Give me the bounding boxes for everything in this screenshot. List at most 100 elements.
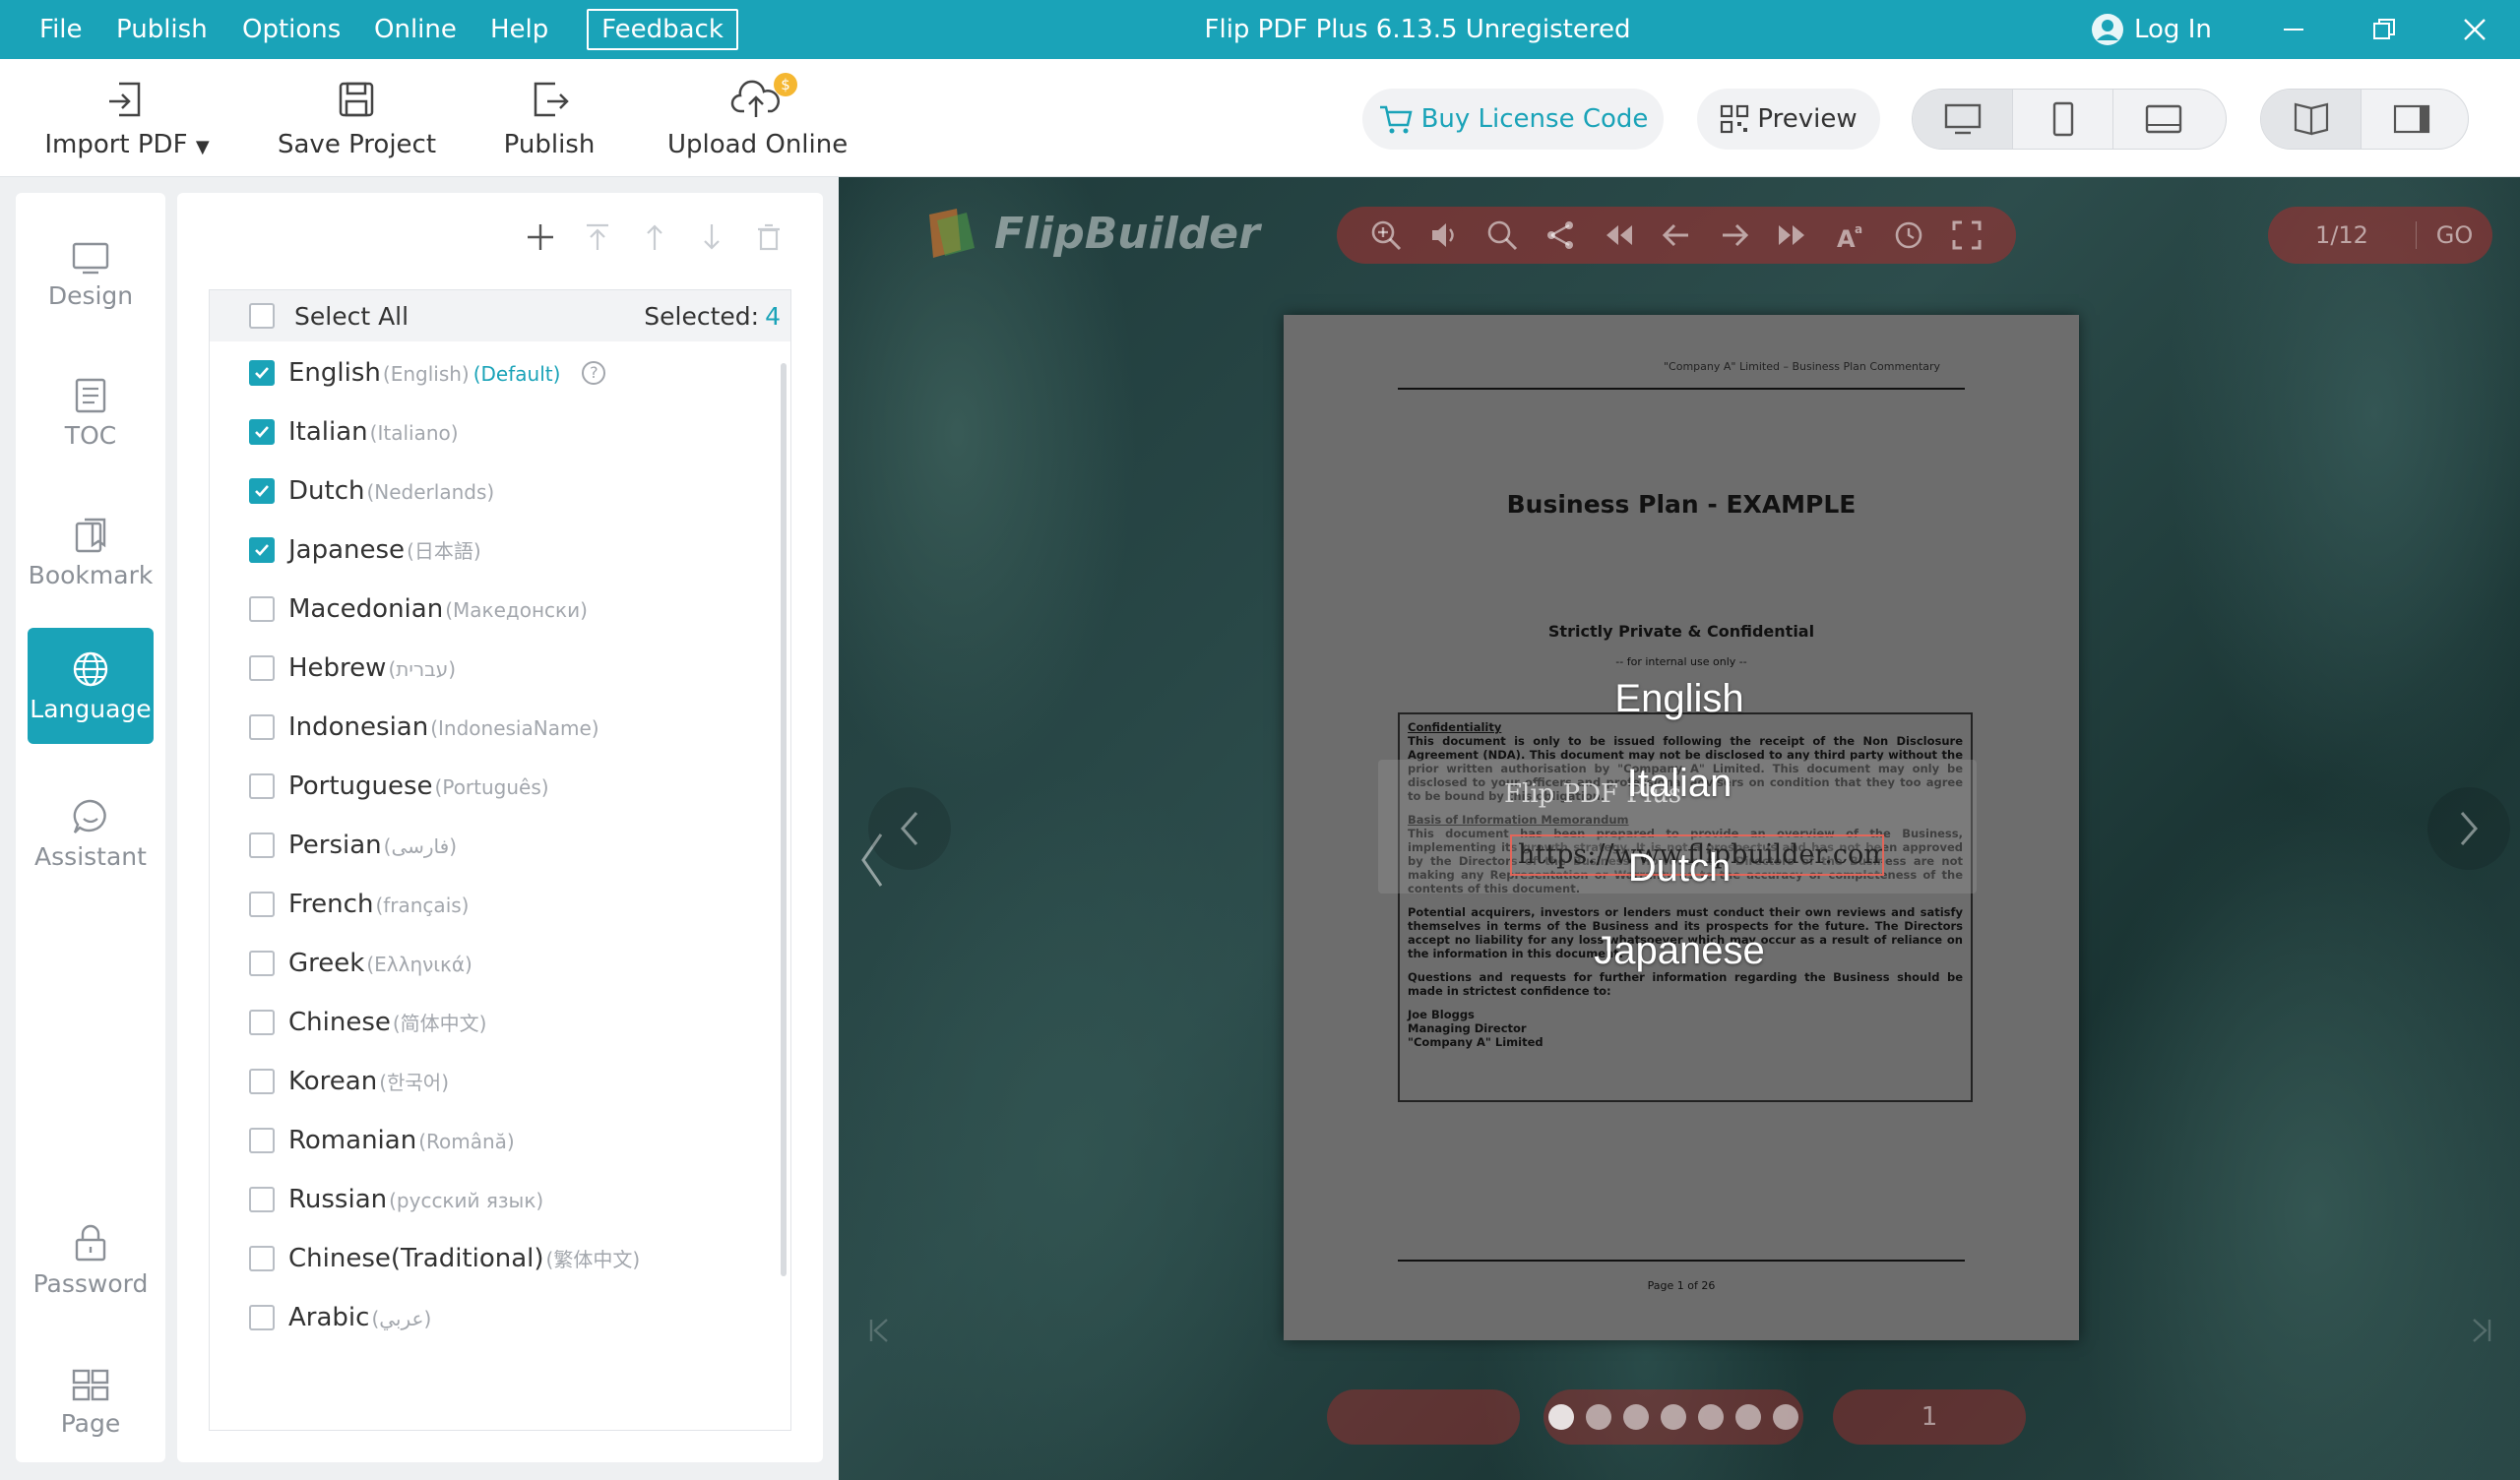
upload-online-button[interactable]: $ Upload Online: [667, 73, 848, 175]
language-row-french[interactable]: French (français): [249, 885, 469, 924]
language-checkbox[interactable]: [249, 1010, 275, 1035]
language-list-scrollbar[interactable]: [781, 363, 787, 1276]
language-checkbox[interactable]: [249, 1246, 275, 1271]
language-row-russian[interactable]: Russian (русский язык): [249, 1180, 543, 1219]
language-checkbox[interactable]: [249, 478, 275, 504]
fullscreen-button[interactable]: [1949, 217, 1984, 253]
desktop-view-button[interactable]: [1913, 90, 2013, 149]
zoom-in-button[interactable]: [1368, 217, 1404, 253]
page-dot[interactable]: [1623, 1404, 1649, 1430]
page-dot[interactable]: [1735, 1404, 1761, 1430]
language-row-japanese[interactable]: Japanese (日本語): [249, 530, 481, 570]
phone-view-button[interactable]: [2013, 90, 2113, 149]
language-row-korean[interactable]: Korean (한국어): [249, 1062, 449, 1101]
language-checkbox[interactable]: [249, 419, 275, 445]
current-page-number[interactable]: 1: [1833, 1389, 2026, 1445]
language-row-dutch[interactable]: Dutch (Nederlands): [249, 471, 494, 511]
menu-help[interactable]: Help: [490, 0, 548, 59]
language-row-english[interactable]: English (English) (Default)?: [249, 353, 606, 393]
preview-button[interactable]: Preview: [1697, 89, 1880, 150]
page-dot[interactable]: [1548, 1404, 1574, 1430]
language-row-persian[interactable]: Persian (فارسی): [249, 826, 457, 865]
language-checkbox[interactable]: [249, 1187, 275, 1212]
language-row-italian[interactable]: Italian (Italiano): [249, 412, 459, 452]
nav-assistant[interactable]: Assistant: [28, 775, 154, 892]
language-row-greek[interactable]: Greek (Ελληνικά): [249, 944, 472, 983]
language-row-arabic[interactable]: Arabic (عربي): [249, 1298, 431, 1333]
menu-publish[interactable]: Publish: [116, 0, 208, 59]
page-dot[interactable]: [1698, 1404, 1724, 1430]
go-button[interactable]: GO: [2416, 221, 2492, 249]
language-checkbox[interactable]: [249, 537, 275, 563]
language-checkbox[interactable]: [249, 714, 275, 740]
page-dot[interactable]: [1773, 1404, 1798, 1430]
book-layout-button[interactable]: [2261, 90, 2362, 149]
publish-button[interactable]: Publish: [492, 77, 606, 175]
nav-design[interactable]: Design: [28, 215, 154, 331]
autoplay-button[interactable]: [1891, 217, 1926, 253]
sidebar-layout-button[interactable]: [2362, 90, 2462, 149]
sound-button[interactable]: [1426, 217, 1462, 253]
delete-language-button[interactable]: [754, 222, 784, 252]
nav-toc-label: TOC: [64, 421, 117, 450]
last-page-button[interactable]: [1775, 217, 1810, 253]
language-checkbox[interactable]: [249, 832, 275, 858]
nav-page[interactable]: Page: [28, 1342, 154, 1458]
page-header: "Company A" Limited – Business Plan Comm…: [1664, 360, 1941, 373]
help-icon[interactable]: ?: [582, 361, 606, 385]
language-checkbox[interactable]: [249, 360, 275, 386]
tablet-view-button[interactable]: [2113, 90, 2214, 149]
language-checkbox[interactable]: [249, 773, 275, 799]
language-checkbox[interactable]: [249, 951, 275, 976]
first-page-button[interactable]: [1601, 217, 1636, 253]
language-checkbox[interactable]: [249, 1128, 275, 1153]
minimize-button[interactable]: [2264, 0, 2323, 59]
language-checkbox[interactable]: [249, 1305, 275, 1330]
feedback-button[interactable]: Feedback: [587, 9, 738, 50]
check-icon: [255, 544, 269, 556]
language-checkbox[interactable]: [249, 1069, 275, 1094]
buy-license-button[interactable]: Buy License Code: [1362, 89, 1664, 150]
language-name: Chinese: [288, 1008, 391, 1037]
nav-toc[interactable]: TOC: [28, 354, 154, 470]
font-size-button[interactable]: Aa: [1833, 217, 1868, 253]
document-subtitle: Strictly Private & Confidential: [1547, 622, 1815, 641]
share-button[interactable]: [1543, 217, 1578, 253]
arrow-up-icon: [647, 224, 662, 250]
menu-online[interactable]: Online: [374, 0, 457, 59]
last-page-arrow[interactable]: [2439, 1289, 2520, 1372]
thumbnail-bar[interactable]: [1327, 1389, 1520, 1445]
language-row-macedonian[interactable]: Macedonian (Македонски): [249, 589, 588, 629]
page-indicator[interactable]: 1/12: [2268, 221, 2416, 249]
prev-page-button[interactable]: [1659, 217, 1694, 253]
close-button[interactable]: [2445, 0, 2504, 59]
login-button[interactable]: Log In: [2091, 0, 2212, 59]
language-row-romanian[interactable]: Romanian (Română): [249, 1121, 515, 1160]
language-row-chinese-traditional[interactable]: Chinese(Traditional) (繁体中文): [249, 1239, 640, 1278]
search-button[interactable]: [1484, 217, 1520, 253]
move-up-button[interactable]: [640, 222, 669, 252]
menu-options[interactable]: Options: [242, 0, 341, 59]
menu-file[interactable]: File: [39, 0, 83, 59]
language-checkbox[interactable]: [249, 655, 275, 681]
select-all-checkbox[interactable]: [249, 303, 275, 329]
move-down-button[interactable]: [697, 222, 726, 252]
restore-button[interactable]: [2355, 0, 2414, 59]
first-page-arrow[interactable]: [839, 1289, 921, 1372]
nav-language[interactable]: Language: [28, 628, 154, 744]
language-row-hebrew[interactable]: Hebrew (עברית): [249, 648, 456, 688]
move-top-button[interactable]: [583, 222, 612, 252]
language-checkbox[interactable]: [249, 892, 275, 917]
nav-password[interactable]: Password: [28, 1202, 154, 1319]
import-pdf-button[interactable]: Import PDF ▼: [43, 77, 211, 175]
save-project-button[interactable]: Save Project: [278, 77, 436, 175]
nav-bookmark[interactable]: Bookmark: [28, 494, 154, 610]
language-row-chinese[interactable]: Chinese (简体中文): [249, 1003, 486, 1042]
language-row-indonesian[interactable]: Indonesian (IndonesiaName): [249, 708, 599, 747]
page-dot[interactable]: [1661, 1404, 1686, 1430]
language-checkbox[interactable]: [249, 596, 275, 622]
page-dot[interactable]: [1586, 1404, 1611, 1430]
next-page-button[interactable]: [1717, 217, 1752, 253]
language-row-portuguese[interactable]: Portuguese (Português): [249, 767, 549, 806]
add-language-button[interactable]: [526, 222, 555, 252]
